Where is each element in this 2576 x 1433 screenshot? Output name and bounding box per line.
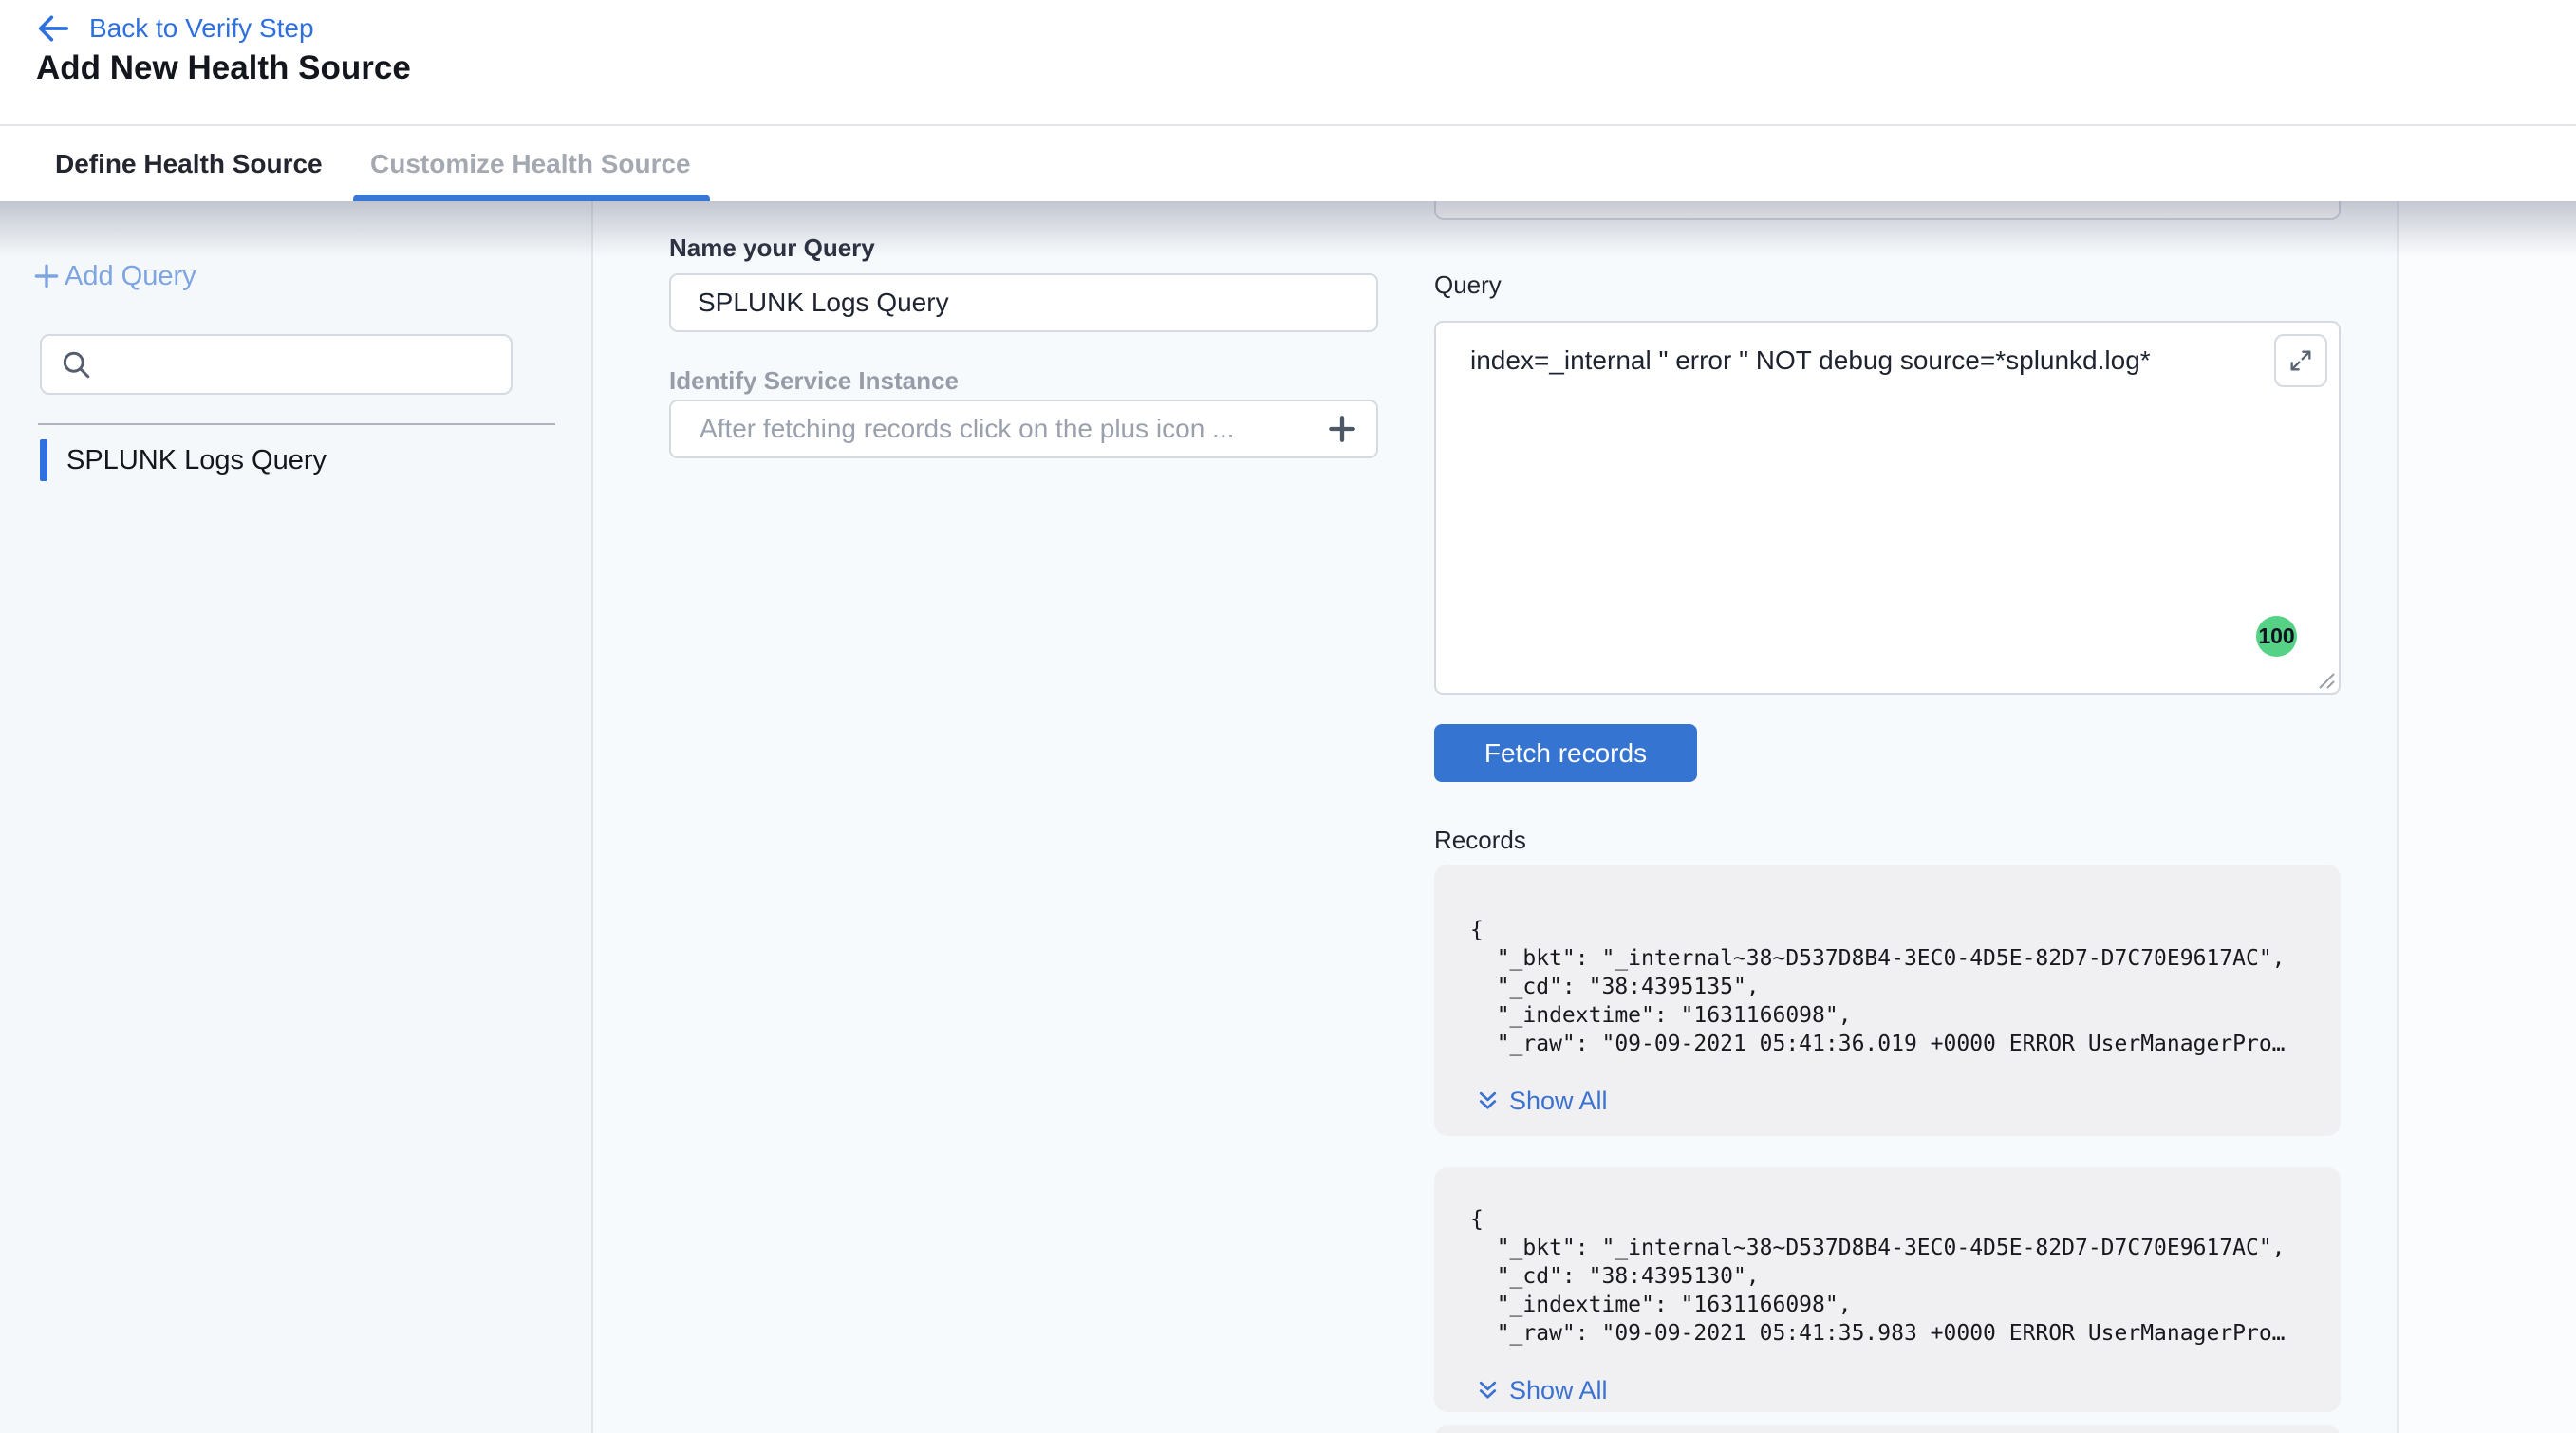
- add-query-button[interactable]: Add Query: [30, 260, 196, 292]
- record-line: "_bkt": "_internal~38~D537D8B4-3EC0-4D5E…: [1470, 944, 2314, 973]
- record-card: { "_bkt": "_internal~38~D537D8B4-3EC0-4D…: [1434, 865, 2341, 1136]
- expand-icon: [2287, 347, 2314, 374]
- name-query-label: Name your Query: [669, 233, 875, 263]
- add-service-instance-plus-icon[interactable]: [1323, 410, 1361, 448]
- back-arrow-icon: [34, 9, 72, 47]
- service-instance-field[interactable]: [669, 400, 1378, 458]
- show-all-label: Show All: [1509, 1376, 1608, 1405]
- query-textarea[interactable]: index=_internal " error " NOT debug sour…: [1434, 321, 2341, 695]
- tab-customize-health-source[interactable]: Customize Health Source: [370, 126, 691, 201]
- records-count-badge: 100: [2256, 616, 2297, 657]
- plus-icon: [30, 260, 63, 292]
- record-line: "_cd": "38:4395130",: [1470, 1262, 2314, 1291]
- record-card: { "_bkt": "_internal~38~D537D8B4-3EC0-4D…: [1434, 1167, 2341, 1412]
- double-chevron-down-icon: [1476, 1089, 1500, 1113]
- record-line: "_raw": "09-09-2021 05:41:36.019 +0000 E…: [1470, 1030, 2314, 1058]
- query-search-box[interactable]: [40, 334, 513, 395]
- back-link-label: Back to Verify Step: [89, 13, 314, 44]
- records-label: Records: [1434, 826, 1526, 855]
- double-chevron-down-icon: [1476, 1379, 1500, 1403]
- page-title: Add New Health Source: [36, 49, 411, 87]
- record-line: "_indextime": "1631166098",: [1470, 1291, 2314, 1319]
- sidebar-item-label: SPLUNK Logs Query: [66, 445, 327, 476]
- record-line: "_indextime": "1631166098",: [1470, 1001, 2314, 1030]
- tab-bar: Define Health Source Customize Health So…: [0, 126, 2576, 201]
- show-all-link[interactable]: Show All: [1476, 1376, 1608, 1405]
- content-area: Add Query SPLUNK Logs Query Name your Qu…: [0, 201, 2576, 1433]
- fetch-records-button[interactable]: Fetch records: [1434, 724, 1697, 782]
- sidebar-divider: [38, 423, 555, 425]
- tab-define-health-source[interactable]: Define Health Source: [55, 126, 323, 201]
- show-all-link[interactable]: Show All: [1476, 1087, 1608, 1116]
- query-name-input[interactable]: [669, 273, 1378, 332]
- selected-item-bar: [40, 439, 47, 481]
- screen: Back to Verify Step Add New Health Sourc…: [0, 0, 2576, 1433]
- query-text: index=_internal " error " NOT debug sour…: [1470, 345, 2151, 376]
- query-label: Query: [1434, 270, 1502, 300]
- scrolled-field-partial[interactable]: [1434, 201, 2341, 220]
- back-link[interactable]: Back to Verify Step: [34, 9, 314, 47]
- page-header: Back to Verify Step Add New Health Sourc…: [0, 0, 2576, 126]
- show-all-label: Show All: [1509, 1087, 1608, 1116]
- search-icon: [59, 347, 93, 382]
- right-margin-area: [2399, 201, 2576, 1433]
- resize-grip-icon[interactable]: [2310, 664, 2337, 691]
- sidebar: Add Query SPLUNK Logs Query: [0, 201, 593, 1433]
- record-line: "_bkt": "_internal~38~D537D8B4-3EC0-4D5E…: [1470, 1234, 2314, 1262]
- record-line: {: [1470, 1205, 2314, 1234]
- service-instance-input[interactable]: [698, 413, 1314, 445]
- record-line: {: [1470, 916, 2314, 944]
- query-search-input[interactable]: [104, 338, 511, 391]
- record-card-partial: [1434, 1425, 2341, 1433]
- sidebar-item-splunk-logs-query[interactable]: SPLUNK Logs Query: [40, 439, 327, 481]
- expand-query-button[interactable]: [2274, 334, 2327, 387]
- active-tab-indicator: [353, 195, 710, 201]
- record-line: "_raw": "09-09-2021 05:41:35.983 +0000 E…: [1470, 1319, 2314, 1348]
- service-instance-label: Identify Service Instance: [669, 366, 959, 396]
- add-query-label: Add Query: [65, 261, 196, 292]
- record-line: "_cd": "38:4395135",: [1470, 973, 2314, 1001]
